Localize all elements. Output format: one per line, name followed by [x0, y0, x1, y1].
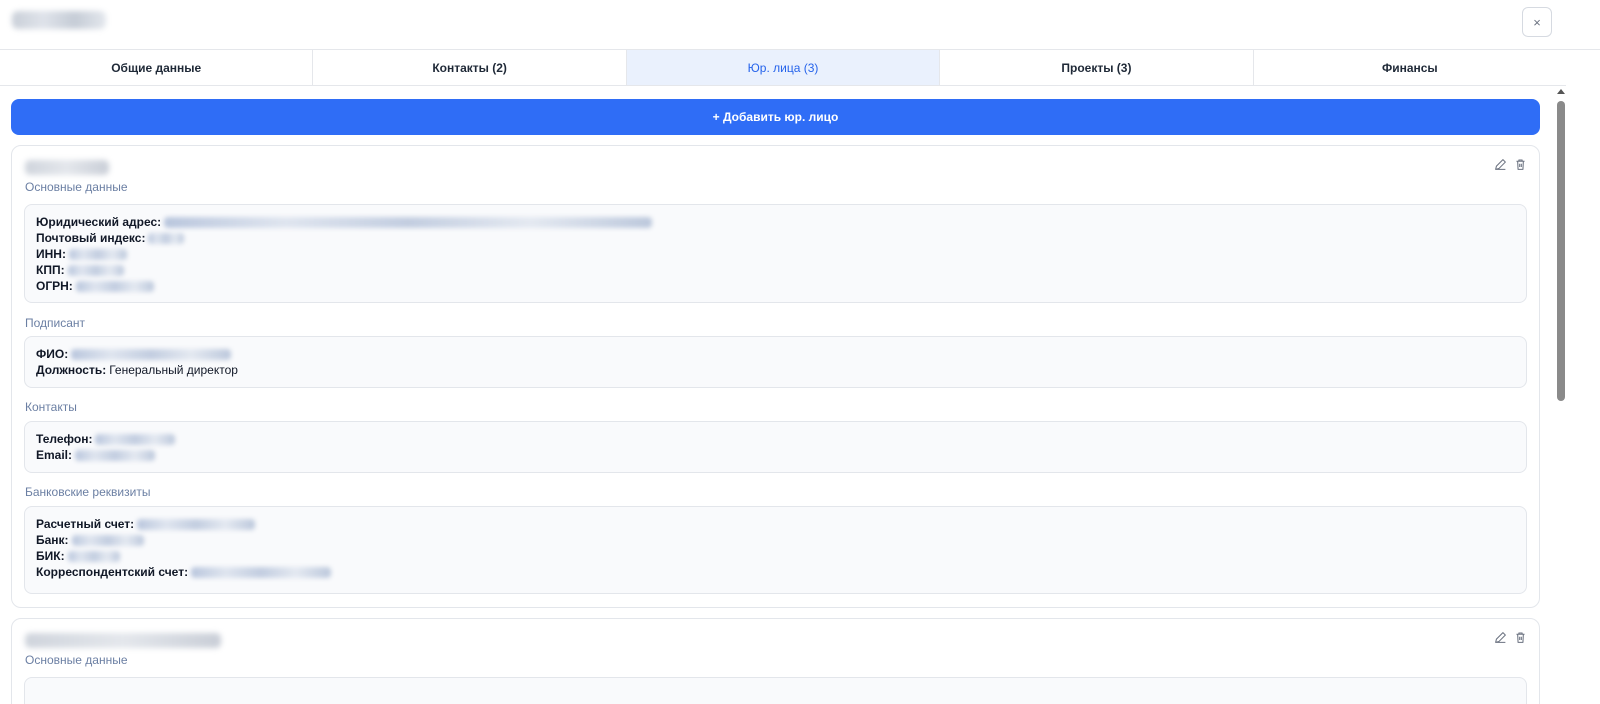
- tab-projects[interactable]: Проекты (3): [940, 50, 1254, 85]
- vertical-scrollbar[interactable]: [1555, 86, 1566, 704]
- main-data-box: Юридический адрес: Почтовый индекс: ИНН:…: [24, 204, 1527, 303]
- trash-icon[interactable]: [1513, 157, 1527, 171]
- section-title-signer: Подписант: [25, 316, 86, 330]
- redacted-value: [75, 449, 156, 461]
- close-button[interactable]: ×: [1522, 7, 1552, 37]
- field-postal-code: Почтовый индекс:: [36, 230, 1515, 246]
- tab-finances[interactable]: Финансы: [1253, 50, 1567, 85]
- field-phone: Телефон:: [36, 431, 1515, 447]
- main-data-box: [24, 677, 1527, 704]
- redacted-value: [71, 348, 232, 360]
- tab-general[interactable]: Общие данные: [0, 50, 314, 85]
- modal-title-redacted: [12, 11, 106, 29]
- redacted-value: [67, 550, 120, 562]
- field-kpp: КПП:: [36, 262, 1515, 278]
- field-full-name: ФИО:: [36, 346, 1515, 362]
- add-legal-entity-button[interactable]: + Добавить юр. лицо: [11, 99, 1540, 135]
- card-actions: [1493, 157, 1527, 171]
- tab-legal-entities[interactable]: Юр. лица (3): [626, 50, 941, 85]
- redacted-value: [95, 433, 176, 445]
- field-settlement-account: Расчетный счет:: [36, 516, 1515, 532]
- redacted-value: [148, 232, 185, 244]
- tab-bar: Общие данные Контакты (2) Юр. лица (3) П…: [0, 50, 1567, 86]
- redacted-value: [67, 264, 124, 276]
- redacted-value: [71, 534, 144, 546]
- tab-contacts[interactable]: Контакты (2): [313, 50, 627, 85]
- entity-name-redacted: [25, 633, 221, 648]
- section-title-main: Основные данные: [25, 180, 128, 194]
- pencil-icon[interactable]: [1493, 157, 1507, 171]
- field-inn: ИНН:: [36, 246, 1515, 262]
- field-legal-address: Юридический адрес:: [36, 214, 1515, 230]
- field-position: Должность: Генеральный директор: [36, 363, 238, 377]
- field-bank: Банк:: [36, 532, 1515, 548]
- field-ogrn: ОГРН:: [36, 278, 1515, 294]
- redacted-value: [164, 216, 653, 228]
- redacted-value: [137, 518, 256, 530]
- redacted-value: [191, 566, 332, 578]
- legal-entity-card: Основные данные Юридический адрес: Почто…: [11, 145, 1540, 608]
- close-icon: ×: [1533, 14, 1541, 30]
- field-bik: БИК:: [36, 548, 1515, 564]
- section-title-contacts: Контакты: [25, 400, 77, 414]
- section-title-main: Основные данные: [25, 653, 128, 667]
- bank-box: Расчетный счет: Банк: БИК: Корреспондент…: [24, 506, 1527, 594]
- redacted-value: [68, 248, 127, 260]
- field-email: Email:: [36, 447, 1515, 463]
- field-correspondent-account: Корреспондентский счет:: [36, 564, 1515, 580]
- entity-name-redacted: [25, 160, 109, 175]
- trash-icon[interactable]: [1513, 630, 1527, 644]
- modal-header: ×: [0, 0, 1600, 50]
- scroll-up-arrow-icon[interactable]: [1557, 89, 1565, 94]
- pencil-icon[interactable]: [1493, 630, 1507, 644]
- section-title-bank: Банковские реквизиты: [25, 485, 151, 499]
- card-actions: [1493, 630, 1527, 644]
- signer-box: ФИО: Должность: Генеральный директор: [24, 336, 1527, 388]
- scroll-thumb[interactable]: [1557, 101, 1565, 401]
- contacts-box: Телефон: Email:: [24, 421, 1527, 473]
- legal-entity-card: Основные данные: [11, 618, 1540, 704]
- redacted-value: [75, 280, 154, 292]
